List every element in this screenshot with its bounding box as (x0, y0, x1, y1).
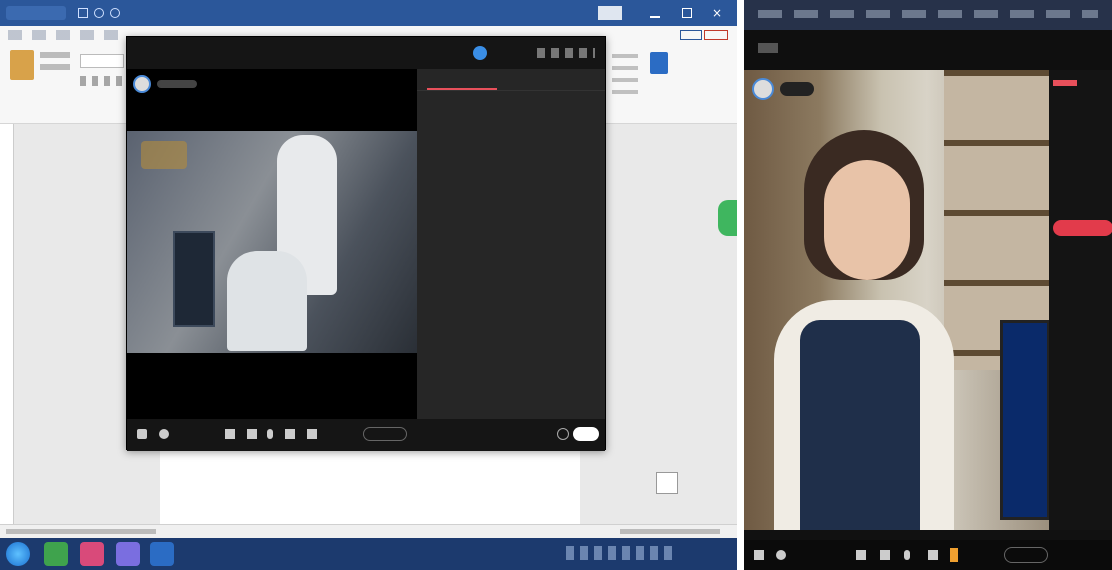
clock[interactable] (684, 544, 728, 564)
phone-icon[interactable] (776, 550, 786, 560)
paste-icon[interactable] (10, 50, 34, 80)
music-icon[interactable] (928, 550, 938, 560)
camera-icon[interactable] (856, 550, 866, 560)
autosave-toggle[interactable] (6, 6, 66, 20)
vest (800, 320, 920, 530)
qr-code-icon[interactable] (656, 472, 678, 494)
logo-overlay (141, 141, 187, 169)
minimize-icon[interactable] (650, 8, 660, 18)
camera-icon[interactable] (225, 429, 235, 439)
app-icon[interactable] (80, 542, 104, 566)
phone-icon[interactable] (159, 429, 169, 439)
left-screen: × (0, 0, 737, 570)
video-frame[interactable] (127, 131, 417, 353)
system-tray[interactable] (566, 546, 676, 560)
notice-badge (1053, 220, 1112, 236)
status-page-info (6, 529, 156, 534)
chat-panel (417, 69, 605, 419)
font-style-buttons[interactable] (80, 76, 124, 86)
top-strip (744, 0, 1112, 30)
microphone-icon[interactable] (267, 429, 273, 439)
right-title-bar (744, 30, 1112, 70)
right-controls (744, 540, 1112, 570)
word-title-bar: × (0, 0, 737, 26)
zoom-slider[interactable] (620, 529, 720, 534)
app-icon[interactable] (44, 542, 68, 566)
maximize-icon[interactable] (682, 8, 692, 18)
app-icon[interactable] (116, 542, 140, 566)
avatar (752, 78, 774, 100)
status-bar (0, 524, 737, 538)
microphone-icon[interactable] (904, 550, 910, 560)
tab-indicator (427, 88, 497, 90)
end-stream-button[interactable] (1004, 547, 1048, 563)
live-title-bar (127, 37, 605, 69)
speaker-icon[interactable] (137, 429, 147, 439)
comment-button[interactable] (704, 30, 728, 40)
share-button[interactable] (680, 30, 702, 40)
word-taskbar-icon[interactable] (150, 542, 174, 566)
avatar (133, 75, 151, 93)
tab-chat[interactable] (1053, 80, 1077, 86)
chat-tabs (417, 69, 605, 91)
right-screen (744, 0, 1112, 570)
right-chat-panel (1049, 70, 1112, 530)
undo-icon[interactable] (94, 8, 104, 18)
menu-strip (758, 10, 1098, 18)
screen-share-icon[interactable] (247, 429, 257, 439)
windows-taskbar (0, 538, 737, 570)
save-icon[interactable] (78, 8, 88, 18)
start-button[interactable] (6, 542, 30, 566)
addin-icon[interactable] (650, 52, 668, 74)
back-button[interactable] (758, 43, 778, 53)
emoji-icon[interactable] (557, 428, 569, 440)
online-count (157, 80, 197, 88)
vertical-ruler (0, 124, 14, 524)
speaker-icon[interactable] (754, 550, 764, 560)
teacher-video[interactable] (744, 70, 1049, 530)
battery-icon (950, 548, 958, 562)
monitor (173, 231, 215, 327)
music-icon[interactable] (307, 429, 317, 439)
app-logo-icon (473, 46, 487, 60)
end-stream-button[interactable] (363, 427, 407, 441)
side-tab[interactable] (718, 200, 737, 236)
face (824, 160, 910, 280)
video-panel (127, 69, 417, 419)
copy-button[interactable] (40, 64, 70, 70)
screen-share-icon[interactable] (880, 550, 890, 560)
live-controls (127, 419, 605, 451)
live-stream-window (126, 36, 606, 451)
account-button[interactable] (598, 6, 622, 20)
person-figure (227, 251, 307, 351)
editing-group[interactable] (612, 54, 638, 94)
redo-icon[interactable] (110, 8, 120, 18)
send-button[interactable] (573, 427, 599, 441)
online-count (780, 82, 814, 96)
laptop (1000, 320, 1049, 520)
ribbon-tabs[interactable] (8, 30, 118, 40)
close-icon[interactable]: × (712, 7, 724, 19)
whiteboard-icon[interactable] (285, 429, 295, 439)
window-controls[interactable] (537, 48, 595, 58)
font-name-select[interactable] (80, 54, 124, 68)
cut-button[interactable] (40, 52, 70, 58)
